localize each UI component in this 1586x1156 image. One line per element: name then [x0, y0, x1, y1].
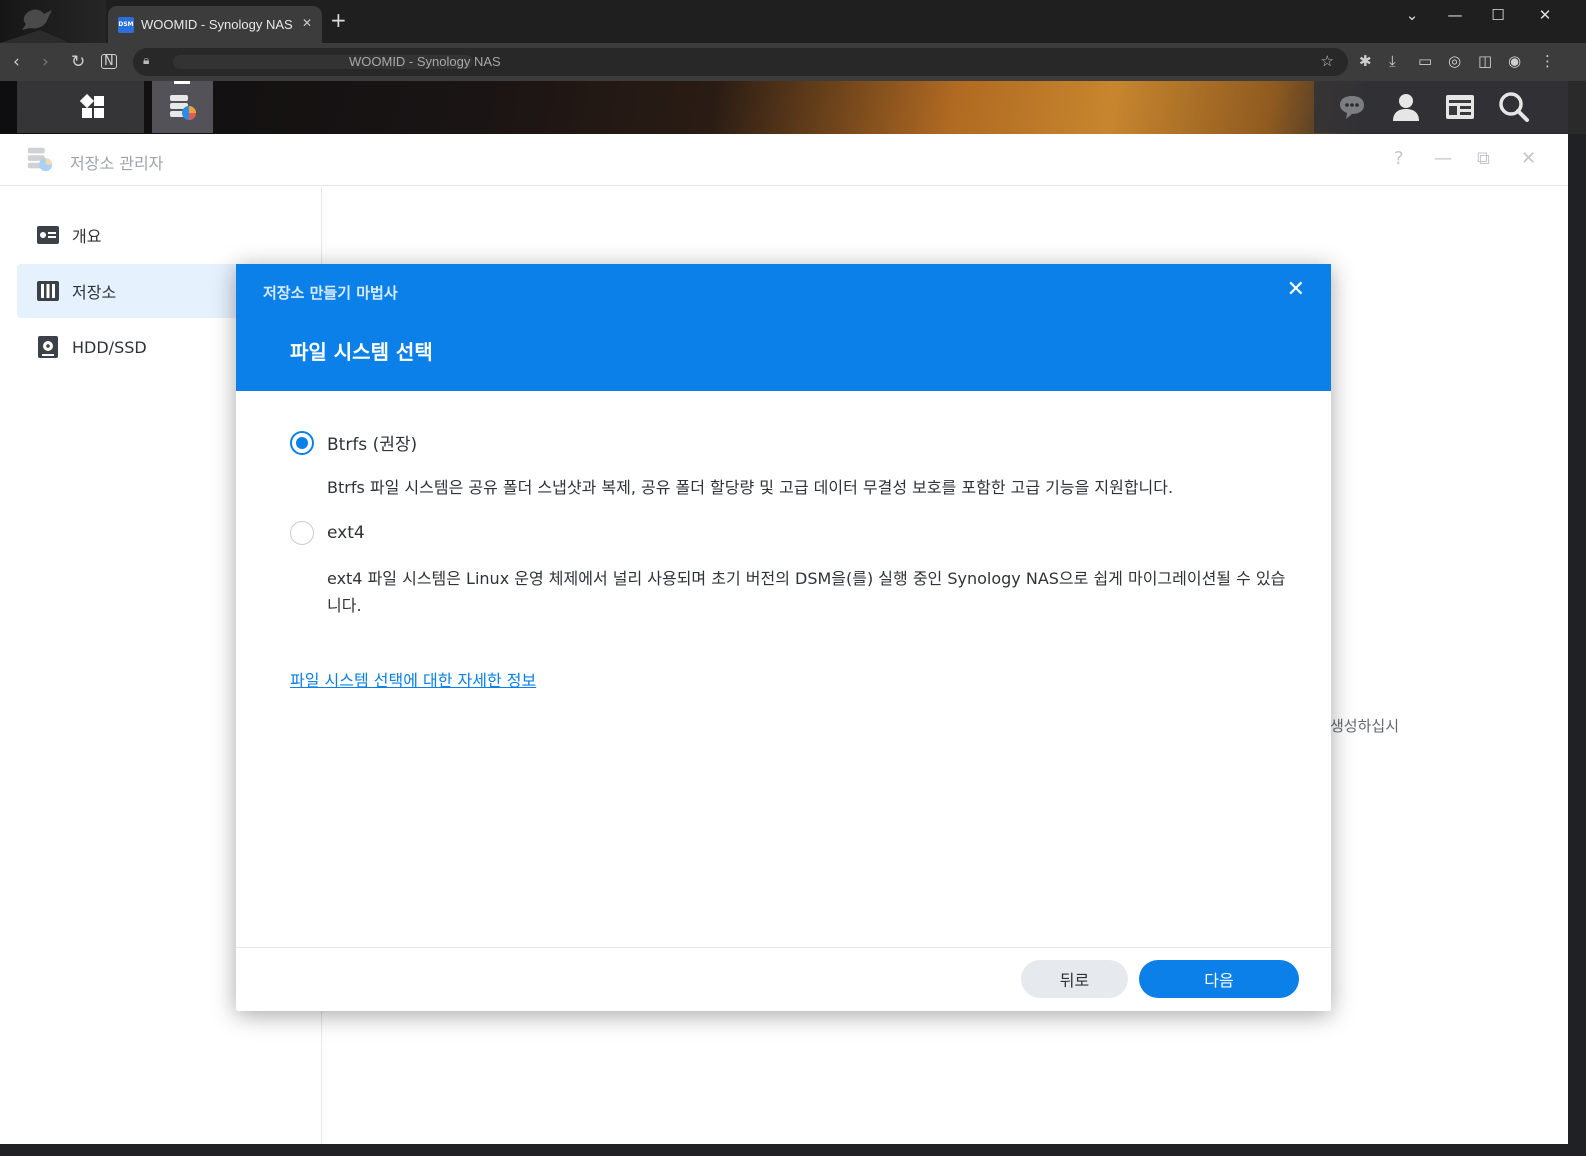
option-description: Btrfs 파일 시스템은 공유 폴더 스냅샷과 복제, 공유 폴더 할당량 및… [327, 478, 1174, 497]
back-arrow-icon[interactable]: ‹ [13, 52, 20, 72]
video-camera-icon[interactable]: ▭ [1418, 53, 1432, 69]
url-text: WOOMID - Synology NAS [349, 54, 501, 69]
dsm-taskbar [0, 81, 1586, 134]
close-window-button[interactable]: ✕ [1530, 6, 1560, 24]
bird-silhouette-icon [0, 9, 70, 43]
tab-close-icon[interactable]: ✕ [302, 16, 312, 30]
option-btrfs[interactable]: Btrfs (권장) [290, 430, 417, 455]
address-bar[interactable]: 🔒︎ WOOMID - Synology NAS ☆ [133, 48, 1348, 76]
forward-arrow-icon[interactable]: › [42, 52, 49, 72]
minimize-button[interactable]: — [1440, 6, 1470, 24]
sidebar-item-label: HDD/SSD [72, 337, 147, 357]
window-close-button[interactable]: ✕ [1521, 148, 1536, 169]
option-ext4[interactable]: ext4 [290, 521, 365, 545]
more-menu-icon[interactable]: ⋮ [1540, 53, 1555, 69]
browser-tab-bar: DSM WOOMID - Synology NAS ✕ + ⌄ — ☐ ✕ [0, 0, 1586, 43]
extensions-puzzle-icon[interactable]: ✱ [1359, 53, 1372, 69]
storage-manager-app-icon [27, 147, 53, 172]
dialog-header: 저장소 만들기 마법사 ✕ 파일 시스템 선택 [236, 264, 1331, 391]
overview-icon [37, 226, 59, 244]
search-icon[interactable] [1498, 91, 1530, 123]
download-icon[interactable]: ⤓ [1389, 53, 1396, 69]
window-title: 저장소 관리자 [70, 154, 164, 173]
widgets-icon[interactable] [1444, 91, 1476, 123]
side-panel-icon[interactable]: ◫ [1478, 53, 1492, 69]
bookmark-star-icon[interactable]: ☆ [1321, 52, 1334, 70]
option-description: ext4 파일 시스템은 Linux 운영 체제에서 널리 사용되며 초기 버전… [327, 569, 1286, 615]
tab-strip-decoration [0, 0, 106, 43]
notification-chat-icon[interactable] [1336, 91, 1368, 123]
sidebar-item-label: 개요 [72, 227, 102, 246]
create-storage-wizard-dialog: 저장소 만들기 마법사 ✕ 파일 시스템 선택 Btrfs (권장) Btrfs… [236, 264, 1331, 1011]
window-title-bar: 저장소 관리자 ? — ⧉ ✕ [0, 134, 1568, 186]
tab-title: WOOMID - Synology NAS [141, 17, 293, 32]
back-button[interactable]: 뒤로 [1021, 960, 1128, 998]
window-minimize-button[interactable]: — [1434, 148, 1452, 169]
option-label: Btrfs (권장) [327, 435, 418, 455]
ext4-radio[interactable] [290, 521, 314, 545]
dsm-favicon-icon: DSM [118, 16, 134, 33]
help-button[interactable]: ? [1394, 148, 1404, 169]
new-tab-button[interactable]: + [330, 10, 347, 30]
dialog-close-button[interactable]: ✕ [1287, 279, 1305, 301]
notion-extension-icon[interactable]: N [101, 54, 117, 69]
step-title: 파일 시스템 선택 [290, 340, 433, 364]
sidebar-item-overview[interactable]: 개요 [17, 208, 307, 262]
dialog-footer: 뒤로 다음 [236, 947, 1331, 1011]
btrfs-radio[interactable] [290, 430, 314, 455]
window-restore-button[interactable]: ⧉ [1477, 148, 1490, 169]
browser-toolbar: ‹ › ↻ N 🔒︎ WOOMID - Synology NAS ☆ ✱ ⤓ ▭… [0, 43, 1586, 81]
user-icon[interactable] [1390, 91, 1422, 123]
profile-icon[interactable]: ◉ [1508, 53, 1521, 69]
option-label: ext4 [327, 523, 365, 543]
wizard-title: 저장소 만들기 마법사 [263, 284, 398, 302]
active-indicator [174, 81, 190, 84]
taskbar-right-tray [1314, 81, 1568, 133]
storage-manager-icon [170, 95, 196, 120]
screenshot-icon[interactable]: ◎ [1448, 53, 1461, 69]
tab-search-button[interactable]: ⌄ [1397, 6, 1427, 24]
maximize-button[interactable]: ☐ [1483, 6, 1513, 24]
reload-icon[interactable]: ↻ [71, 52, 85, 72]
lock-icon: 🔒︎ [143, 53, 150, 67]
drive-icon [38, 336, 58, 358]
next-button[interactable]: 다음 [1139, 960, 1299, 998]
main-menu-button[interactable] [17, 81, 144, 133]
main-menu-grid-icon [80, 94, 104, 118]
browser-tab-active[interactable]: DSM WOOMID - Synology NAS ✕ [108, 6, 322, 43]
taskbar-storage-manager[interactable] [152, 81, 213, 133]
background-hint-text: 생성하십시 [1330, 717, 1400, 735]
sidebar-item-label: 저장소 [72, 283, 117, 302]
more-info-link[interactable]: 파일 시스템 선택에 대한 자세한 정보 [290, 667, 536, 691]
storage-icon [37, 281, 59, 301]
